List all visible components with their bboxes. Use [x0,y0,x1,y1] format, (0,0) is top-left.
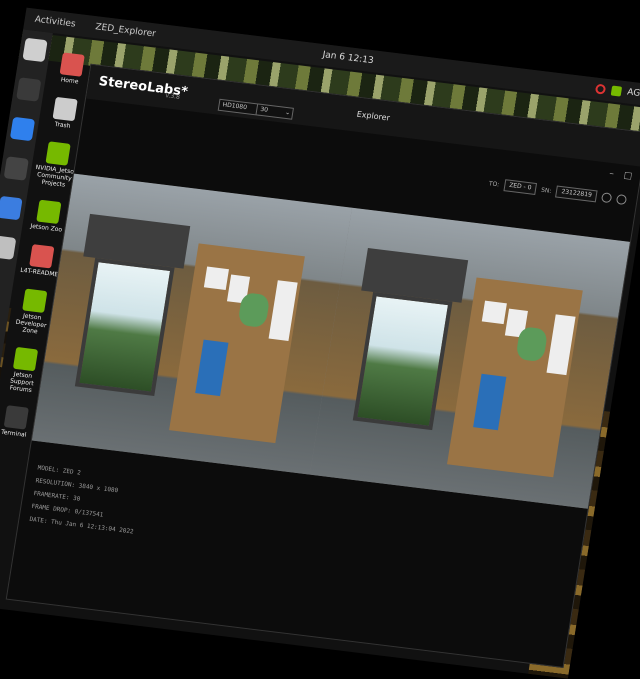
desktop-icon-glyph [36,199,62,225]
files-icon[interactable] [22,37,48,63]
desktop-icon-glyph [52,96,78,122]
minimize-button[interactable]: – [609,169,615,179]
desktop-icon-label: Terminal [0,428,27,439]
glass-window [352,291,453,430]
tray-user[interactable]: AGX [626,87,640,99]
fps-select[interactable]: 30 ⌄ [255,103,294,120]
desktop: Activities ZED_Explorer Jan 6 12:13 AGX … [0,7,640,679]
maximize-button[interactable]: □ [623,171,633,182]
camera-select[interactable]: ZED - 0 [503,179,538,195]
obs-icon[interactable] [3,156,29,181]
serial-label: SN: [540,186,553,195]
camera-label: TO: [488,179,500,188]
nvidia-icon[interactable] [610,85,623,97]
right-eye-image [309,207,630,509]
terminal-icon[interactable] [16,77,42,102]
bulletin-board [447,277,583,478]
desktop-icon-glyph [12,346,39,372]
chevron-down-icon: ⌄ [284,108,291,117]
note [203,266,230,291]
stereo-preview[interactable] [31,173,630,509]
resolution-value: HD1080 [222,101,248,112]
activities-button[interactable]: Activities [34,15,76,30]
desktop-icon-label: NVIDIA_Jetson Community Projects [35,163,79,189]
vscode-icon[interactable] [9,116,36,142]
desktop-icon-label: Jetson Zoo [29,222,63,234]
window-controls: – □ [609,169,633,182]
desktop-icon-glyph [45,141,71,166]
settings-icon[interactable] [615,193,628,206]
desktop-icon-glyph [29,244,55,269]
system-tray[interactable]: AGX [594,83,640,100]
serial-field: 23122819 [555,185,598,203]
desktop-icon-label: Jetson Support Forums [9,370,35,395]
desktop-icon-glyph [22,288,48,313]
note [481,300,507,325]
app-menu[interactable]: ZED_Explorer [95,22,157,39]
refresh-icon[interactable] [600,192,613,204]
desktop-icon-glyph [59,52,85,77]
window-title: Explorer [356,109,391,123]
clock[interactable]: Jan 6 12:13 [322,50,374,66]
desktop-icon-label: L4T-README [19,266,59,279]
version-label: v.3.8 [164,92,181,101]
desktop-icon-label: Jetson Developer Zone [15,312,47,336]
chromium-icon[interactable] [0,195,23,221]
text-editor-icon[interactable] [0,235,17,260]
left-eye-image [31,173,353,475]
camera-toolbar: TO: ZED - 0 SN: 23122819 [488,176,628,207]
desktop-icon-glyph [3,405,29,430]
fps-value: 30 [259,105,269,114]
zed-explorer-window: StereoLabs* v.3.8 HD1080 ⌄ 30 ⌄ Explorer… [5,63,640,668]
desktop-icon-label: Home [60,76,79,86]
camera-info-panel: MODEL: ZED 2 RESOLUTION: 3840 x 1080 FRAME… [28,461,142,538]
desktop-icon-label: Trash [54,120,71,130]
update-icon[interactable] [594,83,607,95]
glass-window [74,257,175,396]
bulletin-board [169,243,305,444]
